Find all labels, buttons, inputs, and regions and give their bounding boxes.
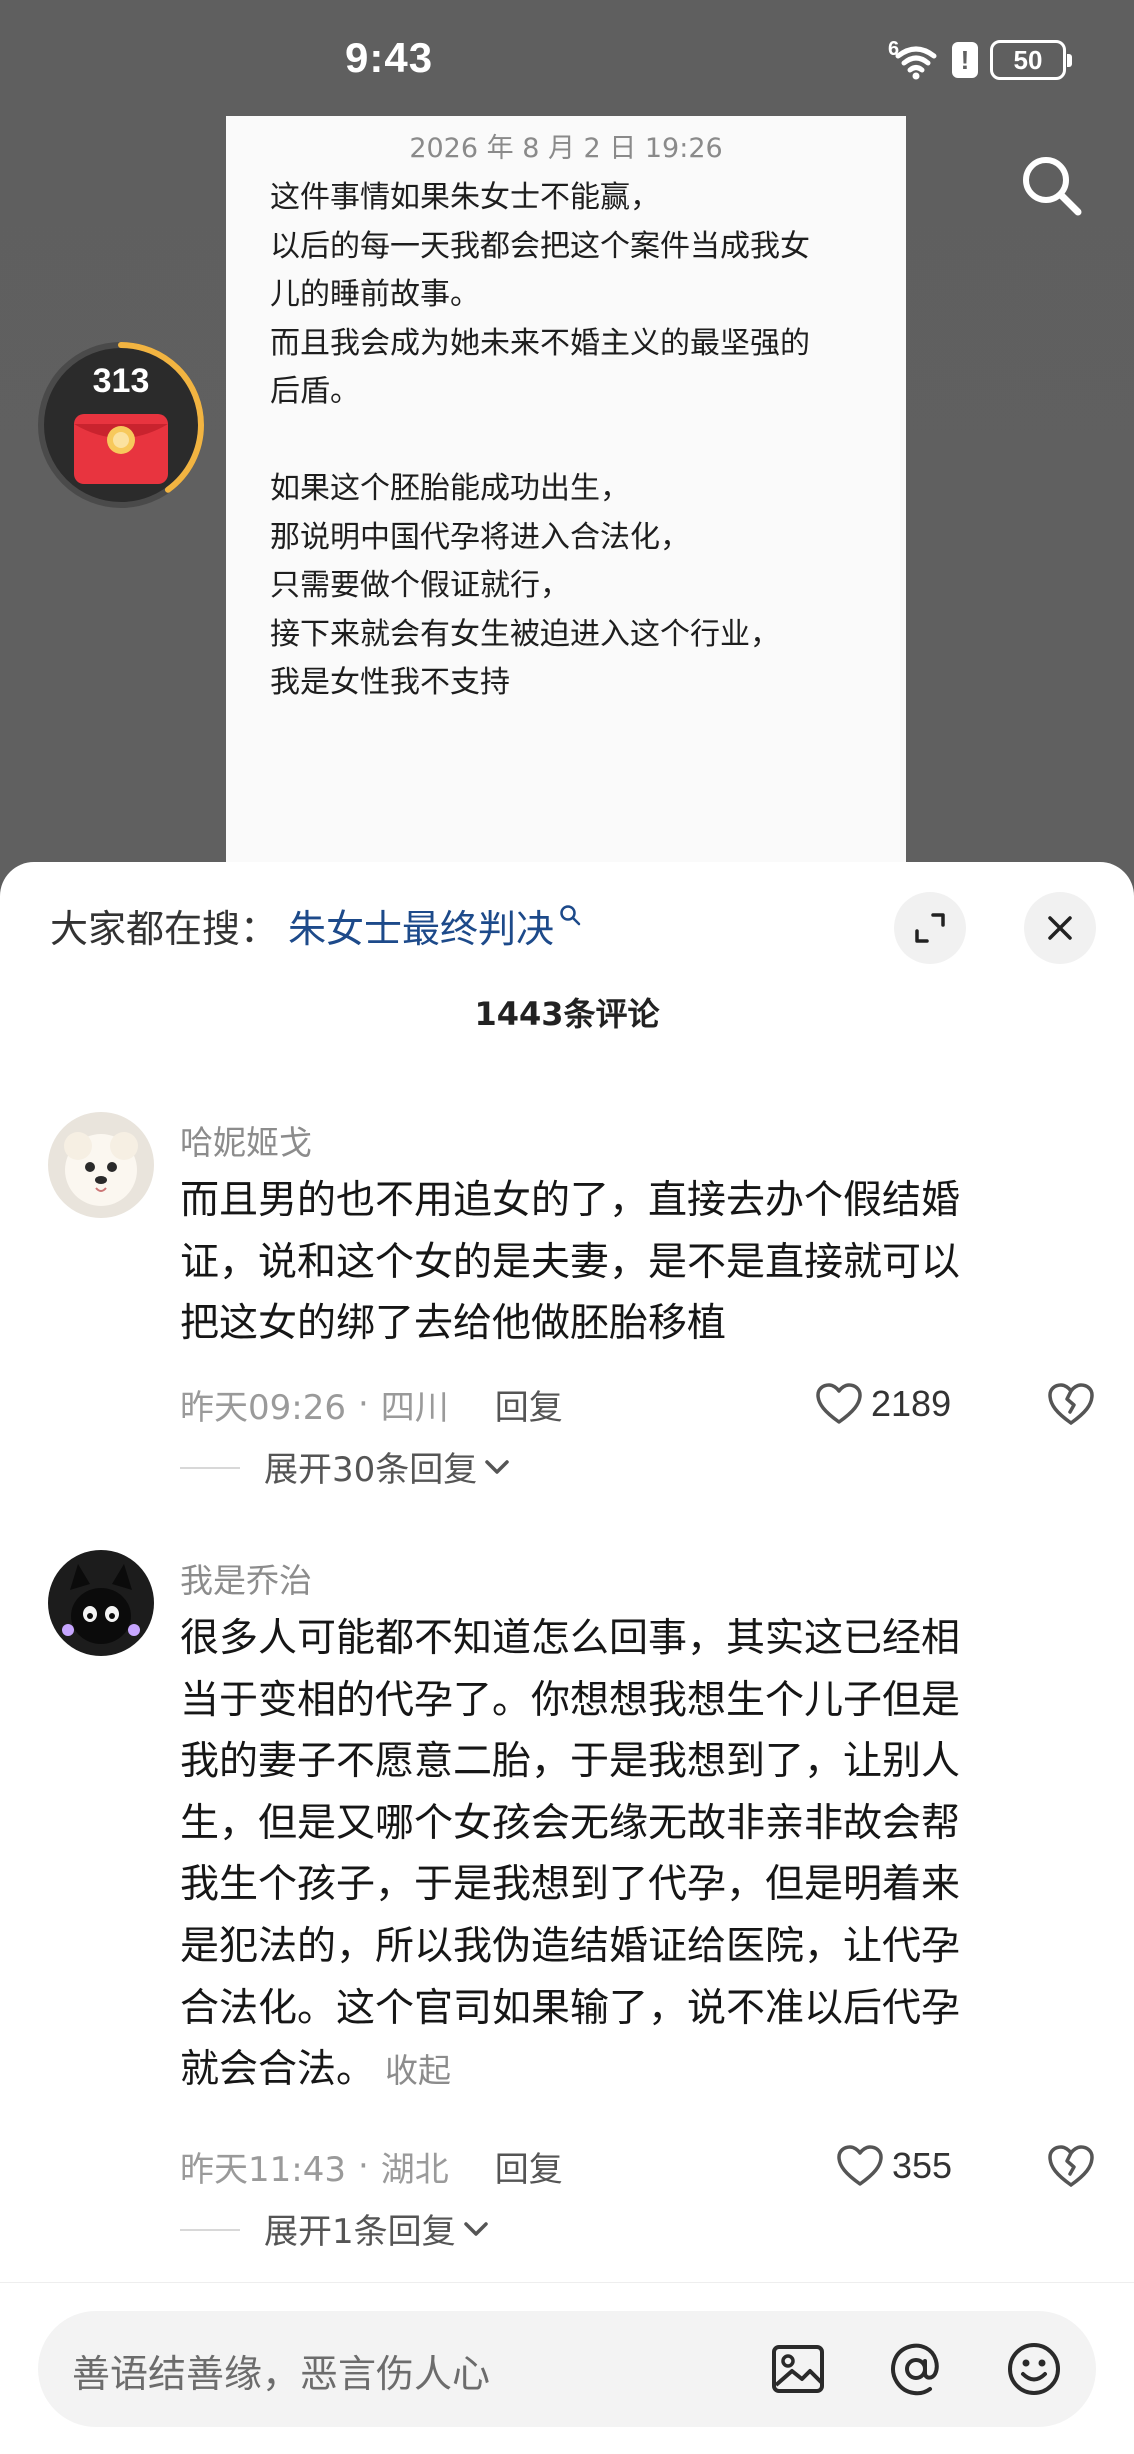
trending-search-prefix: 大家都在搜： [50,906,279,951]
comment-line: 我生个孩子，于是我想到了代孕，但是明着来 [180,1862,961,1908]
reply-button[interactable]: 回复 [495,1380,563,1429]
dislike-button[interactable] [1046,1379,1096,1429]
comment-line: 生，但是又哪个女孩会无缘无故非亲非故会帮 [180,1800,961,1846]
close-icon [1048,916,1072,940]
chevron-down-icon [485,1459,510,1474]
comment-line: 把这女的绑了去给他做胚胎移植 [180,1301,727,1347]
trending-search[interactable]: 大家都在搜： 朱女士最终判决 [50,897,582,953]
red-packet-widget[interactable]: 313 [36,340,206,510]
comment-location: 四川 [380,1387,449,1428]
comment-meta: 昨天11:43 · 湖北 回复 [180,2141,563,2191]
username[interactable]: 哈妮姬戈 [180,1116,312,1164]
image-icon[interactable] [768,2339,828,2399]
expand-replies-label: 展开30条回复 [264,1450,478,1490]
comment-time: 昨天09:26 [180,1387,346,1428]
status-time: 9:43 [345,34,434,81]
note-line: 后盾。 [270,374,360,409]
comment-count: 1443条评论 [474,995,660,1033]
comment-line: 我的妻子不愿意二胎，于是我想到了，让别人 [180,1739,961,1785]
emoji-icon[interactable] [1004,2339,1064,2399]
heart-icon [816,1383,862,1424]
comment-meta: 昨天09:26 · 四川 回复 [180,1379,563,1429]
meta-separator: · [357,1384,369,1424]
search-icon [560,905,581,926]
comment-line: 很多人可能都不知道怎么回事，其实这已经相 [180,1616,961,1661]
wifi-icon: 6 [888,38,940,80]
comment-line: 当于变相的代孕了。你想想我想生个儿子但是 [180,1677,961,1723]
chevron-down-icon [463,2221,488,2236]
meta-separator: · [357,2146,369,2186]
note-line: 以后的每一天我都会把这个案件当成我女 [270,228,810,264]
battery-indicator: 50 [990,40,1072,80]
comment-line: 而且男的也不用追女的了，直接去办个假结婚 [180,1178,961,1223]
expand-replies-button[interactable]: 展开30条回复 [264,1442,511,1491]
comment-line: 是犯法的，所以我伪造结婚证给医院，让代孕 [180,1923,961,1969]
expand-icon [915,913,945,943]
search-icon[interactable] [1016,150,1086,220]
comment-line: 就会合法。 收起 [180,2039,1080,2101]
comment-text: 很多人可能都不知道怎么回事，其实这已经相 当于变相的代孕了。你想想我想生个儿子但… [180,1608,1080,2101]
input-placeholder: 善语结善缘，恶言伤人心 [72,2352,491,2396]
comment-line: 合法化。这个官司如果输了，说不准以后代孕 [180,1985,961,2031]
video-area[interactable]: 9:43 6 ! 50 2026 年 8 月 2 日 19:26 这件事情如果朱… [0,0,1134,880]
trending-search-term[interactable]: 朱女士最终判决 [288,898,554,953]
note-line [270,417,890,466]
expand-sheet-button[interactable] [894,892,966,964]
comment-input-bar: 善语结善缘，恶言伤人心 [0,2282,1134,2454]
battery-level: 50 [1013,44,1043,75]
avatar[interactable] [48,1112,154,1218]
status-icons: 6 ! 50 [888,38,1072,82]
note-line: 只需要做个假证就行， [270,568,570,603]
broken-heart-icon [1048,2145,1094,2187]
comment-input[interactable]: 善语结善缘，恶言伤人心 [38,2311,1096,2427]
comment-sheet: 大家都在搜： 朱女士最终判决 1443条评论 哈妮姬戈 而且男的也不用追女的了，… [0,862,1134,2454]
like-button[interactable]: 2189 [815,1379,962,1429]
dislike-button[interactable] [1046,2141,1096,2191]
alert-icon: ! [952,42,978,78]
note-line: 接下来就会有女生被迫进入这个行业， [270,616,780,652]
note-date: 2026 年 8 月 2 日 19:26 [409,133,723,164]
broken-heart-icon [1048,1383,1094,1425]
note-image: 2026 年 8 月 2 日 19:26 这件事情如果朱女士不能赢， 以后的每一… [226,116,906,880]
comment-time: 昨天11:43 [180,2149,346,2190]
reply-button[interactable]: 回复 [495,2142,563,2191]
heart-icon [837,2145,883,2186]
comment-text: 而且男的也不用追女的了，直接去办个假结婚 证，说和这个女的是夫妻，是不是直接就可… [180,1170,1080,1355]
comment-line: 证，说和这个女的是夫妻，是不是直接就可以 [180,1239,961,1285]
note-line: 儿的睡前故事。 [270,277,480,312]
comment-line-end: 就会合法。 [180,2047,376,2093]
expand-replies-label: 展开1条回复 [264,2212,456,2252]
note-line: 我是女性我不支持 [270,665,510,700]
note-line: 如果这个胚胎能成功出生， [270,471,630,506]
note-line: 而且我会成为她未来不婚主义的最坚强的 [270,325,810,361]
note-line: 那说明中国代孕将进入合法化， [270,519,690,555]
collapse-link[interactable]: 收起 [385,2051,451,2090]
divider [180,2229,240,2231]
red-packet-count: 313 [92,362,150,400]
note-line: 这件事情如果朱女士不能赢， [270,180,660,215]
like-count: 2189 [871,1383,952,1424]
divider [180,1467,240,1469]
like-button[interactable]: 355 [836,2141,962,2191]
close-button[interactable] [1024,892,1096,964]
network-label: 6 [888,38,900,60]
comment-location: 湖北 [380,2149,449,2190]
username[interactable]: 我是乔治 [180,1554,312,1602]
like-count: 355 [892,2145,953,2186]
avatar[interactable] [48,1550,154,1656]
note-text: 这件事情如果朱女士不能赢， 以后的每一天我都会把这个案件当成我女 儿的睡前故事。… [270,174,890,708]
at-icon[interactable] [886,2339,946,2399]
expand-replies-button[interactable]: 展开1条回复 [264,2204,490,2253]
